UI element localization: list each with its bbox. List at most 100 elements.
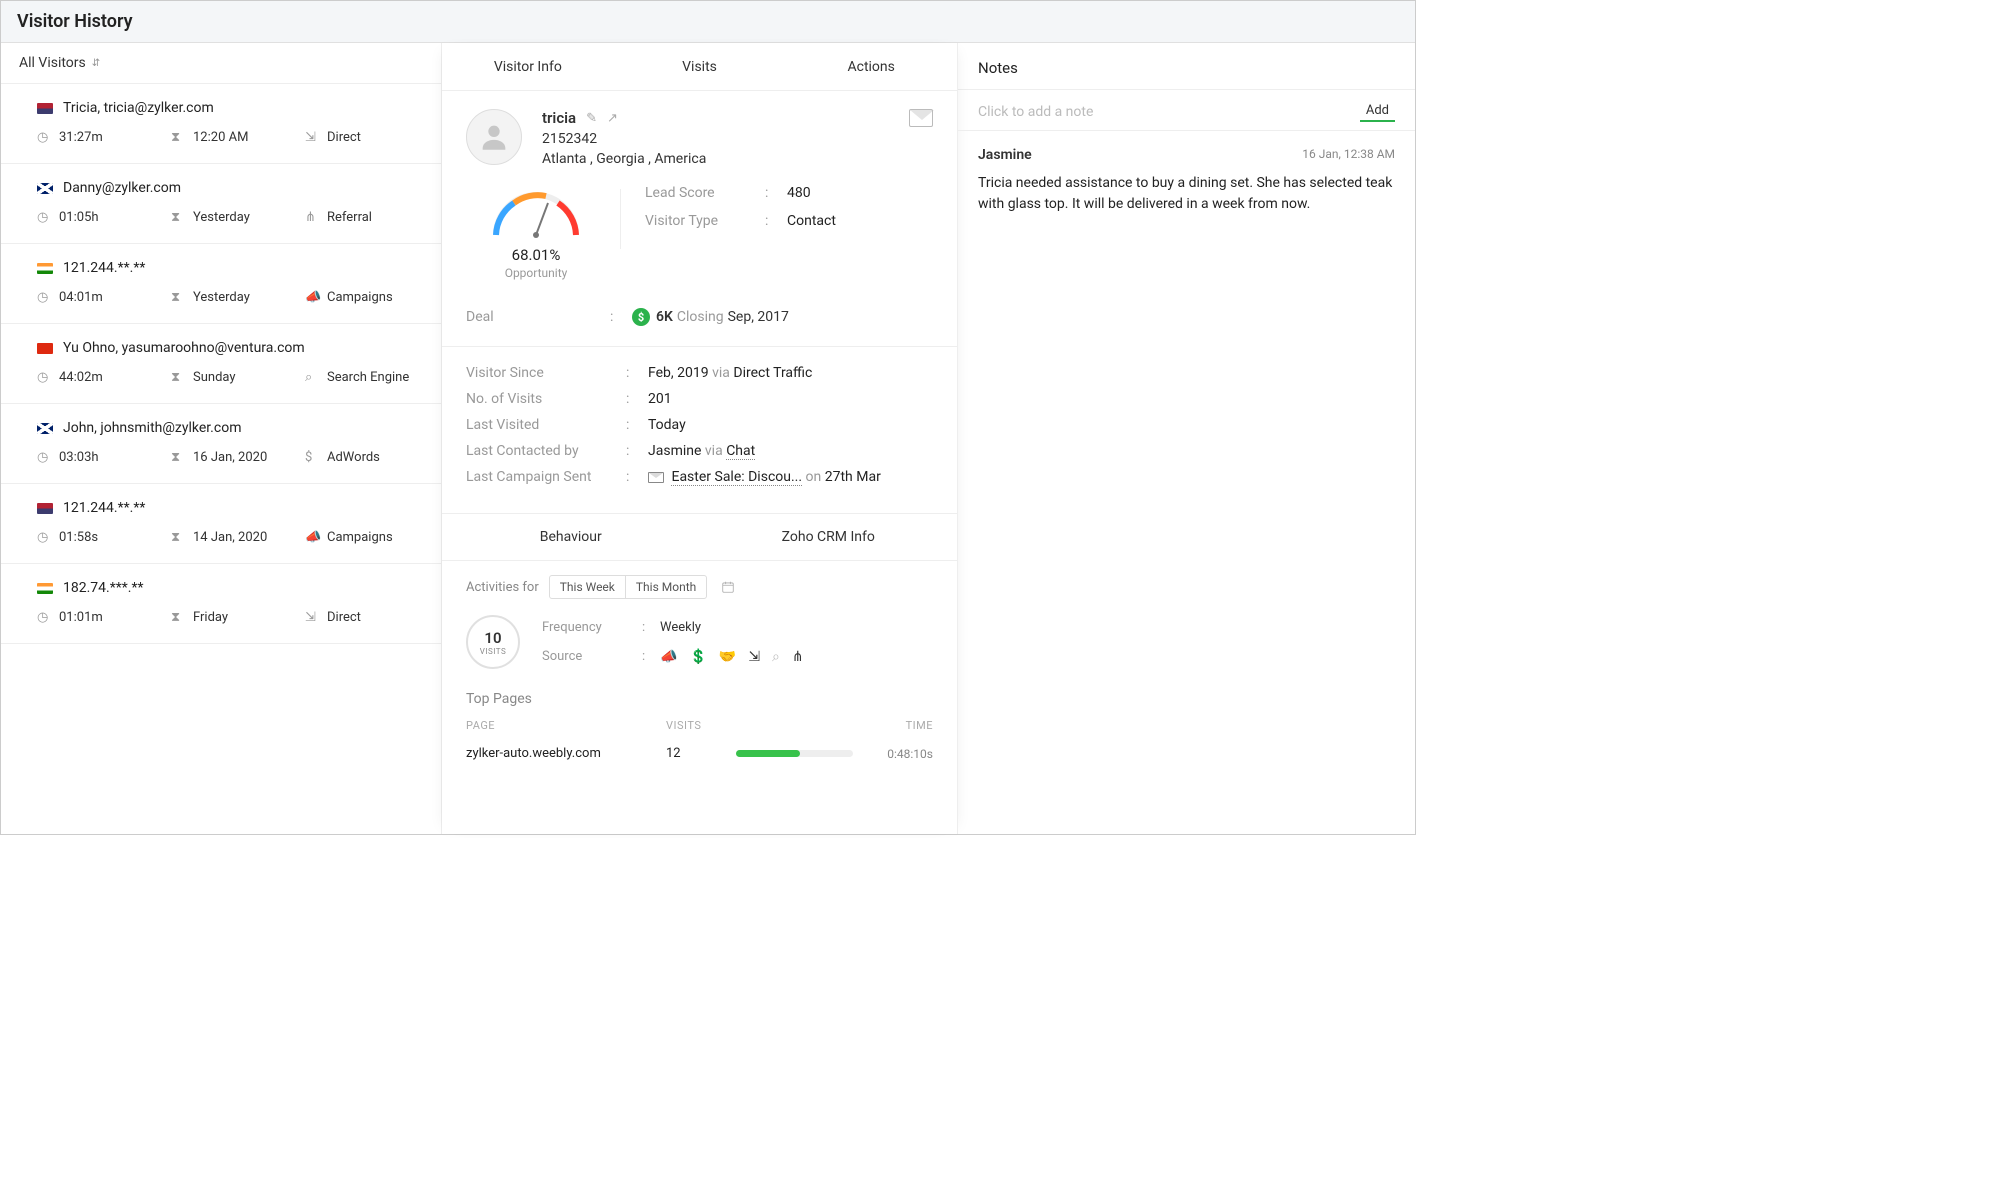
last-contacted-label: Last Contacted by [466, 443, 626, 459]
visitor-row[interactable]: Tricia, tricia@zylker.com ◷31:27m ⧗12:20… [1, 84, 441, 164]
visitor-row[interactable]: 121.244.**.** ◷04:01m ⧗Yesterday 📣Campai… [1, 244, 441, 324]
flag-icon [37, 423, 53, 434]
since-label: Visitor Since [466, 365, 626, 381]
visitor-when: ⧗Sunday [171, 370, 271, 385]
campaign-date: 27th Mar [825, 469, 881, 485]
tab-actions[interactable]: Actions [785, 43, 957, 90]
visitor-row[interactable]: Yu Ohno, yasumaroohno@ventura.com ◷44:02… [1, 324, 441, 404]
visitor-row[interactable]: 121.244.**.** ◷01:58s ⧗14 Jan, 2020 📣Cam… [1, 484, 441, 564]
visitor-duration: ◷01:01m [37, 610, 137, 625]
visitor-source: ⇲Direct [305, 130, 405, 145]
visitor-when: ⧗14 Jan, 2020 [171, 530, 271, 545]
tab-visits[interactable]: Visits [614, 43, 786, 90]
deal-date: Sep, 2017 [728, 309, 789, 325]
flag-icon [37, 103, 53, 114]
range-this-month[interactable]: This Month [625, 576, 706, 598]
score-row: 68.01% Opportunity Lead Score : 480 Visi… [442, 185, 957, 298]
visits-count-value: 201 [648, 391, 672, 407]
visitor-when: ⧗Friday [171, 610, 271, 625]
frequency-value: Weekly [660, 620, 701, 635]
lead-score-label: Lead Score [645, 185, 765, 201]
visits-count-circle: 10 VISITS [466, 615, 520, 669]
deal-row: Deal : $ 6K Closing Sep, 2017 [442, 298, 957, 347]
visitor-duration: ◷04:01m [37, 290, 137, 305]
calendar-icon: ⧗ [171, 530, 185, 545]
visitor-row[interactable]: John, johnsmith@zylker.com ◷03:03h ⧗16 J… [1, 404, 441, 484]
visitor-duration: ◷01:58s [37, 530, 137, 545]
visitor-when: ⧗Yesterday [171, 290, 271, 305]
notes-input[interactable] [978, 104, 1395, 120]
flag-icon [37, 583, 53, 594]
opportunity-gauge: 68.01% Opportunity [466, 185, 606, 280]
visitor-source: $AdWords [305, 450, 405, 465]
activities-label: Activities for [466, 580, 539, 595]
subtab-crm[interactable]: Zoho CRM Info [700, 514, 958, 560]
top-page-visits: 12 [666, 746, 736, 761]
last-visited-value: Today [648, 417, 686, 433]
lead-score-value: 480 [787, 185, 811, 201]
calendar-icon: ⧗ [171, 610, 185, 625]
clock-icon: ◷ [37, 450, 51, 465]
subtab-behaviour[interactable]: Behaviour [442, 514, 700, 560]
visitor-duration: ◷44:02m [37, 370, 137, 385]
search-icon[interactable]: ⌕ [772, 649, 780, 665]
last-campaign-label: Last Campaign Sent [466, 469, 626, 485]
notes-input-row: Add [958, 90, 1415, 131]
avatar [466, 109, 522, 165]
since-source: Direct Traffic [733, 365, 812, 381]
note-item: Jasmine 16 Jan, 12:38 AM Tricia needed a… [958, 131, 1415, 231]
dollar-box-icon[interactable]: 💲 [689, 649, 706, 665]
note-timestamp: 16 Jan, 12:38 AM [1302, 147, 1395, 163]
calendar-icon: ⧗ [171, 130, 185, 145]
source-icon: ⇲ [305, 130, 319, 145]
top-page-url: zylker-auto.weebly.com [466, 746, 666, 761]
note-body: Tricia needed assistance to buy a dining… [978, 173, 1395, 215]
visitor-source: 📣Campaigns [305, 290, 405, 305]
visitor-info-block: Visitor Since : Feb, 2019 via Direct Tra… [442, 347, 957, 513]
megaphone-icon[interactable]: 📣 [660, 649, 677, 665]
opportunity-label: Opportunity [466, 266, 606, 280]
clock-icon: ◷ [37, 290, 51, 305]
handshake-icon[interactable]: 🤝 [719, 649, 736, 665]
edit-icon[interactable]: ✎ [586, 111, 597, 126]
tab-visitor-info[interactable]: Visitor Info [442, 43, 614, 90]
opportunity-percent: 68.01% [466, 246, 606, 264]
flag-icon [37, 183, 53, 194]
source-icon: 📣 [305, 290, 319, 305]
external-link-icon[interactable]: ↗ [607, 111, 618, 126]
share-icon[interactable]: ⋔ [792, 649, 804, 665]
contact-channel[interactable]: Chat [726, 443, 755, 460]
visits-summary: 10 VISITS Frequency : Weekly Source : 📣 … [442, 607, 957, 685]
visitor-row[interactable]: 182.74.***.** ◷01:01m ⧗Friday ⇲Direct [1, 564, 441, 644]
visitor-filter-dropdown[interactable]: All Visitors ⇵ [1, 43, 441, 84]
top-pages-header: PAGE VISITS TIME [442, 713, 957, 738]
visitor-location: Atlanta , Georgia , America [542, 151, 706, 167]
visitor-source: ⇲Direct [305, 610, 405, 625]
filter-label: All Visitors [19, 55, 86, 71]
direct-arrow-icon[interactable]: ⇲ [748, 649, 760, 665]
activities-range-toggle: This Week This Month [549, 575, 707, 599]
visitor-name: tricia [542, 109, 576, 127]
visitor-when: ⧗Yesterday [171, 210, 271, 225]
add-note-button[interactable]: Add [1360, 101, 1395, 122]
frequency-label: Frequency [542, 620, 642, 635]
source-icon: $ [305, 450, 319, 465]
range-this-week[interactable]: This Week [550, 576, 625, 598]
visitor-row[interactable]: Danny@zylker.com ◷01:05h ⧗Yesterday ⋔Ref… [1, 164, 441, 244]
mail-icon[interactable] [909, 109, 933, 127]
visitor-source: 📣Campaigns [305, 530, 405, 545]
visitor-duration: ◷31:27m [37, 130, 137, 145]
calendar-icon[interactable] [721, 580, 735, 595]
score-values: Lead Score : 480 Visitor Type : Contact [645, 185, 933, 229]
visitor-list-panel: All Visitors ⇵ Tricia, tricia@zylker.com… [1, 43, 442, 834]
top-page-row[interactable]: zylker-auto.weebly.com 12 0:48:10s [442, 738, 957, 775]
divider [620, 189, 621, 249]
page-header: Visitor History [1, 1, 1415, 43]
campaign-name[interactable]: Easter Sale: Discou... [671, 469, 802, 486]
visitor-identity: 182.74.***.** [63, 580, 144, 596]
visitor-when: ⧗16 Jan, 2020 [171, 450, 271, 465]
visitor-detail-panel: Visitor Info Visits Actions tricia ✎ ↗ 2… [442, 43, 958, 834]
note-author: Jasmine [978, 147, 1032, 163]
top-page-time: 0:48:10s [853, 747, 933, 761]
visits-bar [736, 750, 800, 757]
